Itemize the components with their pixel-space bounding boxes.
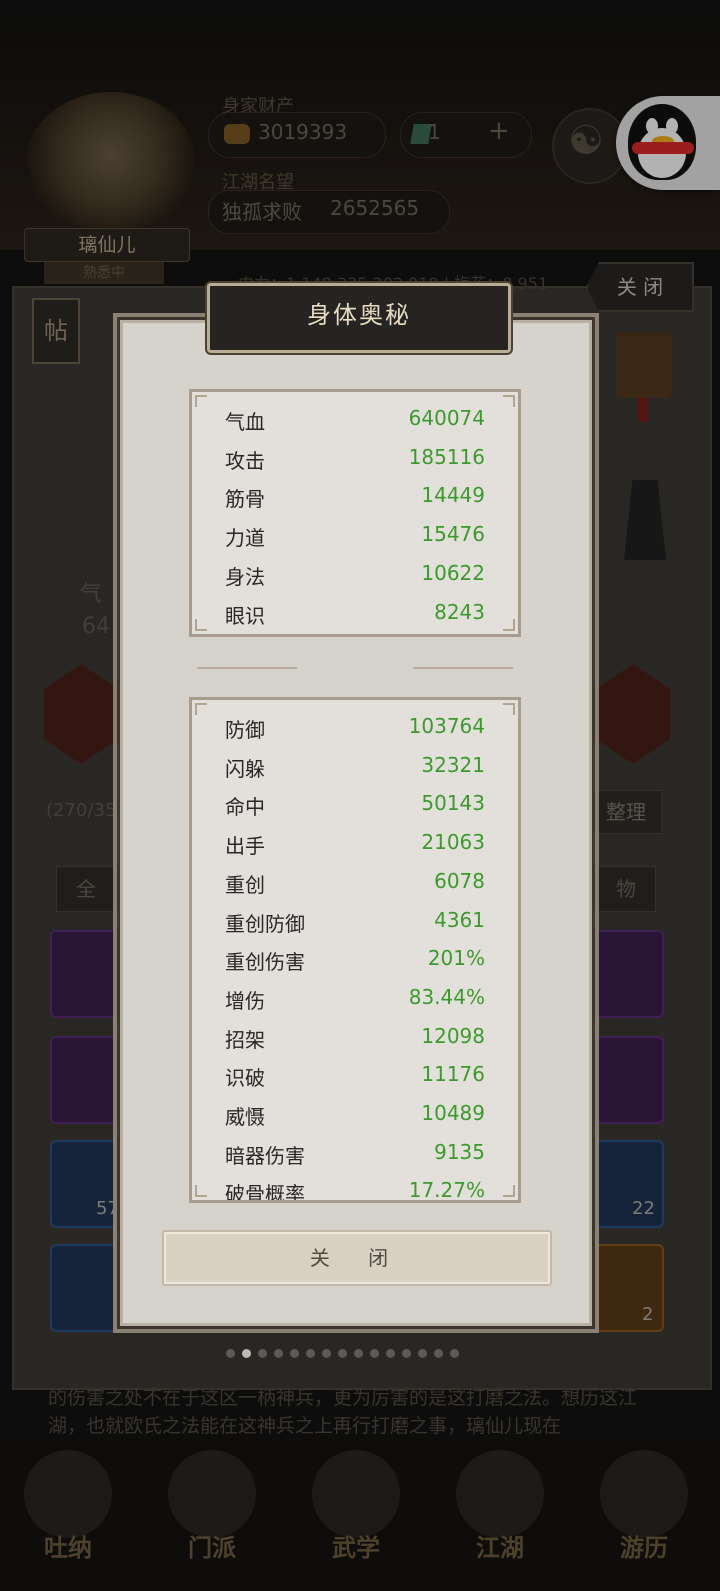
stat-row: 眼识 8243 — [225, 594, 485, 632]
stat-label: 招架 — [225, 1027, 265, 1052]
stat-row: 命中 50143 — [225, 785, 485, 823]
stat-row: 破骨概率 17.27% — [225, 1172, 485, 1203]
stat-value: 103764 — [408, 714, 485, 738]
stat-label: 识破 — [225, 1066, 265, 1091]
page-dot — [226, 1349, 235, 1358]
stat-value: 4361 — [434, 907, 485, 932]
stat-row: 重创防御 4361 — [225, 902, 485, 940]
stat-row: 身法 10622 — [225, 555, 485, 593]
stat-value: 185116 — [408, 444, 485, 469]
stat-row: 闪躲 32321 — [225, 747, 485, 785]
page-indicator — [226, 1343, 496, 1358]
stat-row: 防御 103764 — [225, 708, 485, 746]
page-dot — [306, 1349, 315, 1358]
page-dot — [290, 1349, 299, 1358]
page-dot — [386, 1349, 395, 1358]
stat-row: 威慑 10489 — [225, 1095, 485, 1133]
stat-row: 暗器伤害 9135 — [225, 1134, 485, 1172]
stat-row: 攻击 185116 — [225, 439, 485, 477]
stat-value: 32321 — [421, 752, 485, 777]
stat-value: 6078 — [434, 868, 485, 893]
stat-row: 重创 6078 — [225, 863, 485, 901]
stat-label: 重创防御 — [225, 911, 305, 936]
stat-value: 50143 — [421, 791, 485, 816]
stat-value: 640074 — [408, 406, 485, 430]
page-dot — [322, 1349, 331, 1358]
dialog-title: 身体奥秘 — [307, 301, 411, 329]
stat-label: 身法 — [225, 564, 265, 589]
stat-label: 暗器伤害 — [225, 1143, 305, 1168]
stat-row: 出手 21063 — [225, 824, 485, 862]
stat-value: 83.44% — [408, 984, 485, 1009]
stat-value: 9135 — [434, 1139, 485, 1164]
stat-value: 15476 — [421, 522, 485, 547]
stat-value: 17.27% — [408, 1178, 485, 1203]
stat-label: 破骨概率 — [225, 1182, 305, 1203]
stat-label: 增伤 — [225, 988, 265, 1013]
stat-label: 闪躲 — [225, 756, 265, 781]
stat-label: 防御 — [225, 718, 265, 742]
page-dot — [258, 1349, 267, 1358]
stat-value: 10489 — [421, 1101, 485, 1125]
stat-label: 威慑 — [225, 1105, 265, 1129]
stat-value: 12098 — [421, 1023, 485, 1048]
page-dot — [354, 1349, 363, 1358]
stat-value: 21063 — [421, 830, 485, 855]
stat-value: 14449 — [421, 483, 485, 508]
stat-value: 201% — [427, 946, 485, 971]
stat-label: 眼识 — [225, 603, 265, 628]
stat-label: 重创 — [225, 872, 265, 897]
primary-stats-panel: 气血 640074 攻击 185116 筋骨 14449 力道 15476 身法 10622 眼识 8… — [189, 389, 521, 637]
stat-label: 筋骨 — [225, 487, 265, 512]
page-dot — [418, 1349, 427, 1358]
close-button[interactable]: 关 闭 — [162, 1230, 552, 1286]
stat-row: 筋骨 14449 — [225, 477, 485, 515]
page-dot — [370, 1349, 379, 1358]
stat-value: 10622 — [421, 560, 485, 585]
stat-label: 力道 — [225, 526, 265, 551]
stat-label: 重创伤害 — [225, 950, 305, 975]
page-dot — [274, 1349, 283, 1358]
stat-row: 力道 15476 — [225, 516, 485, 554]
secondary-stats-panel[interactable]: 防御 103764 闪躲 32321 命中 50143 出手 21063 重创 6078 重创防御 4… — [189, 697, 521, 1203]
stat-label: 命中 — [225, 795, 265, 820]
page-dot — [434, 1349, 443, 1358]
stat-row: 重创伤害 201% — [225, 940, 485, 978]
stat-row: 识破 11176 — [225, 1056, 485, 1094]
stat-row: 增伤 83.44% — [225, 979, 485, 1017]
stat-label: 出手 — [225, 834, 265, 859]
section-divider — [197, 666, 513, 670]
page-dot — [450, 1349, 459, 1358]
stat-label: 攻击 — [225, 448, 265, 473]
stat-row: 招架 12098 — [225, 1018, 485, 1056]
page-dot — [338, 1349, 347, 1358]
stat-row: 气血 640074 — [225, 400, 485, 438]
page-dot — [402, 1349, 411, 1358]
page-dot — [242, 1349, 251, 1358]
stat-label: 气血 — [225, 410, 265, 434]
stat-value: 8243 — [434, 599, 485, 624]
stat-value: 11176 — [421, 1062, 485, 1087]
